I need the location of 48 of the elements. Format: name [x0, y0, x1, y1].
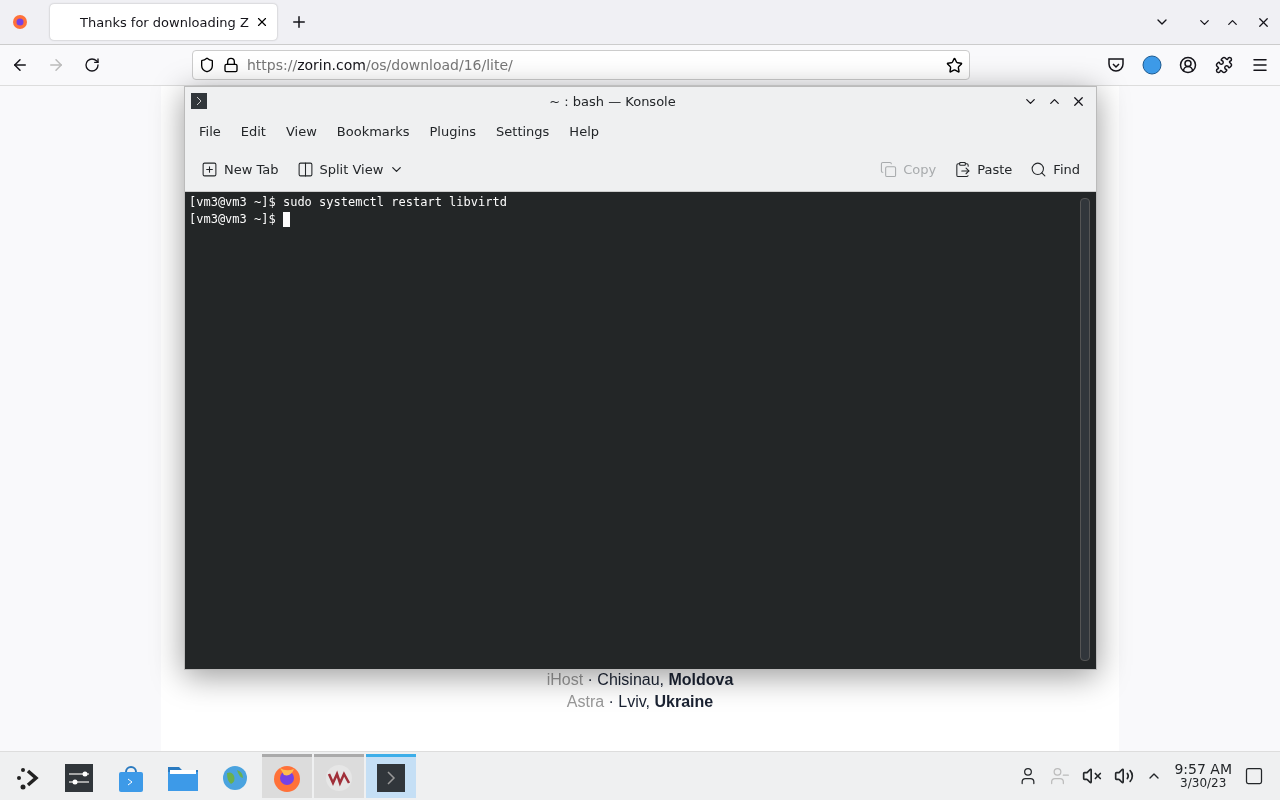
toolbar-button[interactable]: New Tab	[195, 156, 285, 182]
shield-icon	[199, 57, 215, 73]
vm-logo-icon	[325, 763, 353, 792]
taskbar-item[interactable]	[366, 754, 416, 798]
menu-item[interactable]: View	[275, 119, 327, 143]
clock[interactable]: 9:57 AM 3/30/23	[1174, 762, 1232, 790]
mirror-location: Astra · Lviv, Ukraine	[566, 693, 714, 711]
toolbar-button[interactable]: Paste	[948, 156, 1019, 182]
mirror-location: iHost · Chisinau, Moldova	[546, 671, 734, 689]
lock-icon	[223, 57, 239, 73]
toolbar-button[interactable]: Split View	[290, 156, 411, 182]
window-title: ~ : bash — Konsole	[548, 93, 677, 109]
new-tab-icon	[201, 160, 218, 178]
terminal-icon	[377, 763, 405, 792]
pocket-icon[interactable]	[1107, 56, 1125, 74]
account-icon[interactable]	[1179, 56, 1197, 74]
terminal-icon	[191, 93, 207, 109]
menu-icon[interactable]	[1251, 56, 1269, 74]
reload-icon[interactable]	[84, 57, 100, 73]
copy-icon	[880, 160, 898, 178]
firefox-icon	[12, 14, 28, 30]
speaker-icon[interactable]	[1114, 766, 1135, 786]
split-view-icon	[296, 160, 314, 178]
menu-item[interactable]: File	[189, 119, 231, 143]
terminal-line: [vm3@vm3 ~]$	[189, 211, 1074, 228]
sliders-icon	[65, 763, 93, 792]
extension-icon[interactable]	[1142, 55, 1162, 75]
toolbar-button[interactable]: Find	[1024, 156, 1086, 182]
terminal-area[interactable]: [vm3@vm3 ~]$ sudo systemctl restart libvirtd [vm3@vm3 ~]$	[185, 192, 1096, 669]
bookmark-star-icon[interactable]	[946, 56, 963, 74]
back-icon[interactable]	[11, 56, 29, 74]
menu-item[interactable]: Bookmarks	[326, 119, 420, 143]
menu-item[interactable]: Plugins	[419, 119, 487, 143]
globe-icon	[222, 764, 248, 791]
extensions-icon[interactable]	[1215, 56, 1233, 74]
search-icon	[1030, 160, 1048, 178]
folder-icon	[168, 764, 198, 791]
menu-item[interactable]: Help	[559, 119, 609, 143]
show-desktop-icon[interactable]	[1244, 766, 1264, 786]
address-bar[interactable]: https://zorin.com/os/download/16/lite/	[192, 50, 970, 80]
menu-item[interactable]: Settings	[486, 119, 560, 143]
scrollbar[interactable]	[1080, 198, 1090, 661]
paste-icon	[954, 160, 972, 178]
muted-speaker-icon[interactable]	[1082, 766, 1103, 786]
shopping-bag-icon	[118, 763, 144, 792]
browser-tab[interactable]: Thanks for downloading Z	[50, 4, 277, 40]
menu-item[interactable]: Edit	[230, 119, 276, 143]
terminal-line: [vm3@vm3 ~]$ sudo systemctl restart libvirtd	[189, 194, 508, 211]
